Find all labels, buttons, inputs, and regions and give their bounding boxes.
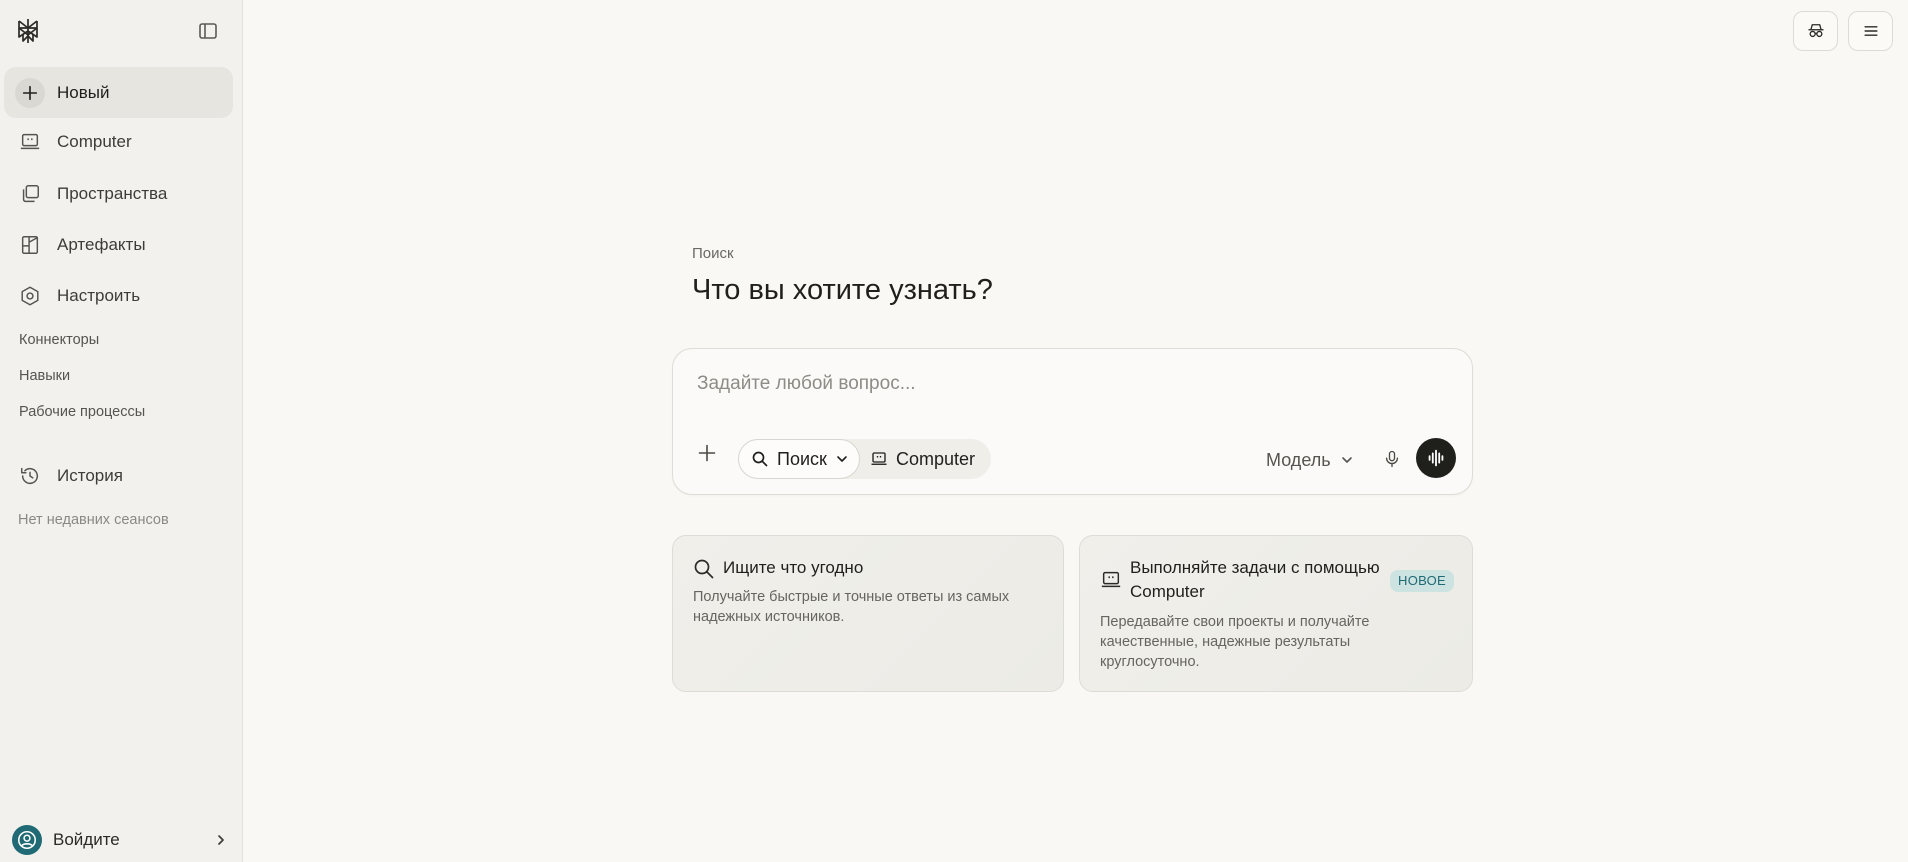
sidebar-link-skills[interactable]: Навыки xyxy=(19,368,70,384)
spaces-icon xyxy=(18,182,42,206)
card-description-line: надежных источников. xyxy=(693,609,845,625)
new-thread-button[interactable]: Новый xyxy=(4,67,233,118)
menu-icon xyxy=(1861,21,1881,41)
incognito-icon xyxy=(1806,21,1826,41)
model-selector-label: Модель xyxy=(1266,449,1331,470)
computer-mode-button[interactable]: Computer xyxy=(870,439,988,479)
sidebar-item-label: История xyxy=(57,466,123,485)
sidebar: Новый Computer Пространства Артефакты На… xyxy=(0,0,243,862)
composer: Поиск Computer Модель xyxy=(672,348,1473,495)
card-description-line: круглосуточно. xyxy=(1100,654,1200,670)
computer-mode-label: Computer xyxy=(896,448,976,469)
menu-button[interactable] xyxy=(1848,11,1893,51)
sidebar-link-connectors[interactable]: Коннекторы xyxy=(19,332,99,348)
card-description-line: качественные, надежные результаты xyxy=(1100,634,1351,650)
sidebar-item-history[interactable]: История xyxy=(4,452,233,500)
search-mode-button[interactable]: Поиск xyxy=(738,439,860,479)
mode-switcher: Поиск Computer xyxy=(738,439,991,479)
query-input[interactable] xyxy=(697,369,1437,399)
search-icon xyxy=(693,558,715,580)
page-title: Что вы хотите узнать? xyxy=(692,274,993,306)
sidebar-item-customize[interactable]: Настроить xyxy=(4,272,233,320)
model-selector[interactable]: Модель xyxy=(1266,448,1354,472)
search-mode-label: Поиск xyxy=(777,448,827,469)
plus-icon xyxy=(697,443,717,463)
computer-tasks-card[interactable]: Выполняйте задачи с помощью Computer НОВ… xyxy=(1079,535,1473,692)
customize-icon xyxy=(18,284,42,308)
history-empty-text: Нет недавних сеансов xyxy=(18,512,169,528)
new-thread-label: Новый xyxy=(57,82,110,102)
chevron-down-icon xyxy=(835,452,849,466)
search-anything-card[interactable]: Ищите что угодно Получайте быстрые и точ… xyxy=(672,535,1064,692)
chevron-right-icon xyxy=(214,833,228,847)
card-description-line: Передавайте свои проекты и получайте xyxy=(1100,614,1370,630)
sidebar-toggle-icon[interactable] xyxy=(197,20,219,42)
new-badge: НОВОЕ xyxy=(1390,570,1455,592)
sidebar-item-label: Пространства xyxy=(57,184,168,203)
sidebar-item-label: Computer xyxy=(57,132,132,151)
voice-mode-button[interactable] xyxy=(1416,438,1456,478)
search-icon xyxy=(751,450,769,468)
sidebar-item-computer[interactable]: Computer xyxy=(4,118,233,166)
signin-button[interactable]: Войдите xyxy=(12,825,228,855)
artifacts-icon xyxy=(18,233,42,257)
sidebar-item-artifacts[interactable]: Артефакты xyxy=(4,221,233,269)
sidebar-item-label: Настроить xyxy=(57,286,141,305)
card-title: Ищите что угодно xyxy=(723,558,864,577)
sidebar-link-workflows[interactable]: Рабочие процессы xyxy=(19,404,145,420)
plus-icon xyxy=(15,77,45,108)
attach-button[interactable] xyxy=(691,437,723,469)
voice-wave-icon xyxy=(1425,447,1447,469)
chevron-down-icon xyxy=(1340,453,1354,467)
user-icon xyxy=(12,825,42,855)
microphone-icon xyxy=(1382,449,1402,469)
card-title-line: Computer xyxy=(1130,582,1205,601)
incognito-button[interactable] xyxy=(1793,11,1838,51)
card-title-line: Выполняйте задачи с помощью xyxy=(1130,558,1380,577)
history-icon xyxy=(18,464,42,488)
sidebar-item-spaces[interactable]: Пространства xyxy=(4,170,233,218)
page-kicker: Поиск xyxy=(692,245,734,262)
signin-label: Войдите xyxy=(53,830,120,849)
computer-icon xyxy=(1100,569,1122,591)
card-description-line: Получайте быстрые и точные ответы из сам… xyxy=(693,589,1010,605)
perplexity-logo-icon[interactable] xyxy=(14,17,42,45)
computer-icon xyxy=(870,450,888,468)
sidebar-item-label: Артефакты xyxy=(57,235,146,254)
microphone-button[interactable] xyxy=(1379,446,1405,472)
computer-icon xyxy=(18,130,42,154)
